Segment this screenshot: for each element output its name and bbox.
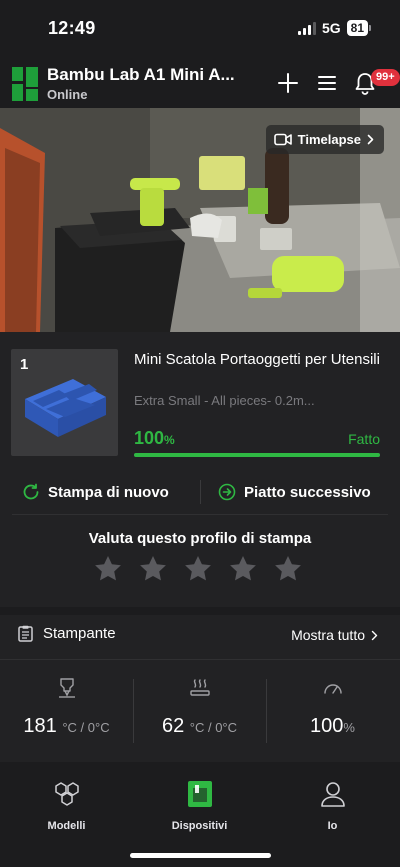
show-all-label: Mostra tutto [291,627,365,643]
star-icon[interactable] [183,554,213,584]
tab-label: Io [327,820,338,832]
video-camera-icon [273,133,292,146]
timelapse-button[interactable]: Timelapse [265,125,384,154]
divider [0,659,400,660]
bed-temp-unit: °C / 0°C [189,720,238,735]
progress-value: 100 [134,428,165,448]
speedometer-icon [323,684,342,694]
app-header: Bambu Lab A1 Mini A... Online 99+ [0,58,400,108]
clipboard-icon [18,625,33,642]
progress-bar [134,453,380,457]
user-icon [320,782,345,807]
star-icon[interactable] [93,554,123,584]
network-type: 5G [321,20,341,36]
add-button[interactable] [275,70,301,96]
rating-stars [93,554,303,584]
device-status: Online [47,87,88,102]
speed-unit: % [343,720,355,735]
arrow-circle-right-icon [218,483,236,501]
status-time: 12:49 [48,18,96,38]
progress-bar-fill [134,453,380,457]
star-icon[interactable] [138,554,168,584]
notification-badge: 99+ [371,69,400,86]
timelapse-label: Timelapse [297,132,361,147]
home-indicator[interactable] [130,853,271,858]
tab-label: Dispositivi [171,820,228,832]
status-bar: 12:49 5G 81 [0,0,400,58]
show-all-link[interactable]: Mostra tutto [291,627,378,643]
printer-section-header: Stampante [18,625,116,642]
printer-section: Stampante Mostra tutto 181 °C / 0°C 62 °… [0,615,400,762]
printer-section-label: Stampante [43,625,116,642]
reprint-button[interactable]: Stampa di nuovo [22,470,169,514]
plus-icon [278,73,298,93]
status-indicators: 5G 81 [297,20,372,36]
tab-modelli[interactable]: Modelli [0,780,133,832]
device-name[interactable]: Bambu Lab A1 Mini A... [47,65,267,85]
next-plate-label: Piatto successivo [244,483,371,501]
next-plate-button[interactable]: Piatto successivo [218,470,371,514]
nozzle-temp-value: 181 [23,715,57,737]
cubes-icon [54,782,79,806]
nozzle-temperature[interactable]: 181 °C / 0°C [0,677,133,747]
plate-thumbnail[interactable]: 1 [11,349,118,456]
bambu-logo-icon [12,67,38,101]
job-subtitle: Extra Small - All pieces- 0.2m... [134,393,315,408]
heated-bed-icon [189,679,210,696]
bottom-tab-bar: Modelli Dispositivi Io [0,762,400,867]
job-title: Mini Scatola Portaoggetti per Utensili [134,351,380,368]
divider [12,514,388,515]
bed-temp-value: 62 [161,715,185,737]
reprint-icon [23,483,39,500]
tab-dispositivi[interactable]: Dispositivi [133,780,266,832]
menu-button[interactable] [314,70,340,96]
star-icon[interactable] [273,554,303,584]
bed-temperature[interactable]: 62 °C / 0°C [133,677,266,747]
speed-value: 100 [310,715,344,737]
job-progress-percent: 100% [134,428,175,449]
chevron-right-icon [367,134,374,145]
rating-label: Valuta questo profilo di stampa [88,530,312,547]
tab-io[interactable]: Io [266,780,399,832]
plate-number: 1 [20,356,29,373]
star-icon[interactable] [228,554,258,584]
camera-feed[interactable]: Timelapse [0,108,400,332]
menu-icon [318,76,336,90]
tab-label: Modelli [47,820,86,832]
printer-device-icon [187,781,212,807]
print-job-card: 1 Mini Scatola Portaoggetti per Utensili… [0,332,400,607]
reprint-label: Stampa di nuovo [48,483,169,501]
progress-unit: % [164,433,175,447]
print-speed[interactable]: 100% [266,677,399,747]
job-state: Fatto [348,431,380,447]
cellular-signal-icon [297,21,316,35]
battery-icon: 81 [346,20,372,36]
nozzle-temp-unit: °C / 0°C [62,720,110,735]
job-actions: Stampa di nuovo Piatto successivo [0,470,400,514]
chevron-right-icon [371,630,378,640]
nozzle-icon [58,678,75,698]
actions-divider [200,480,201,504]
